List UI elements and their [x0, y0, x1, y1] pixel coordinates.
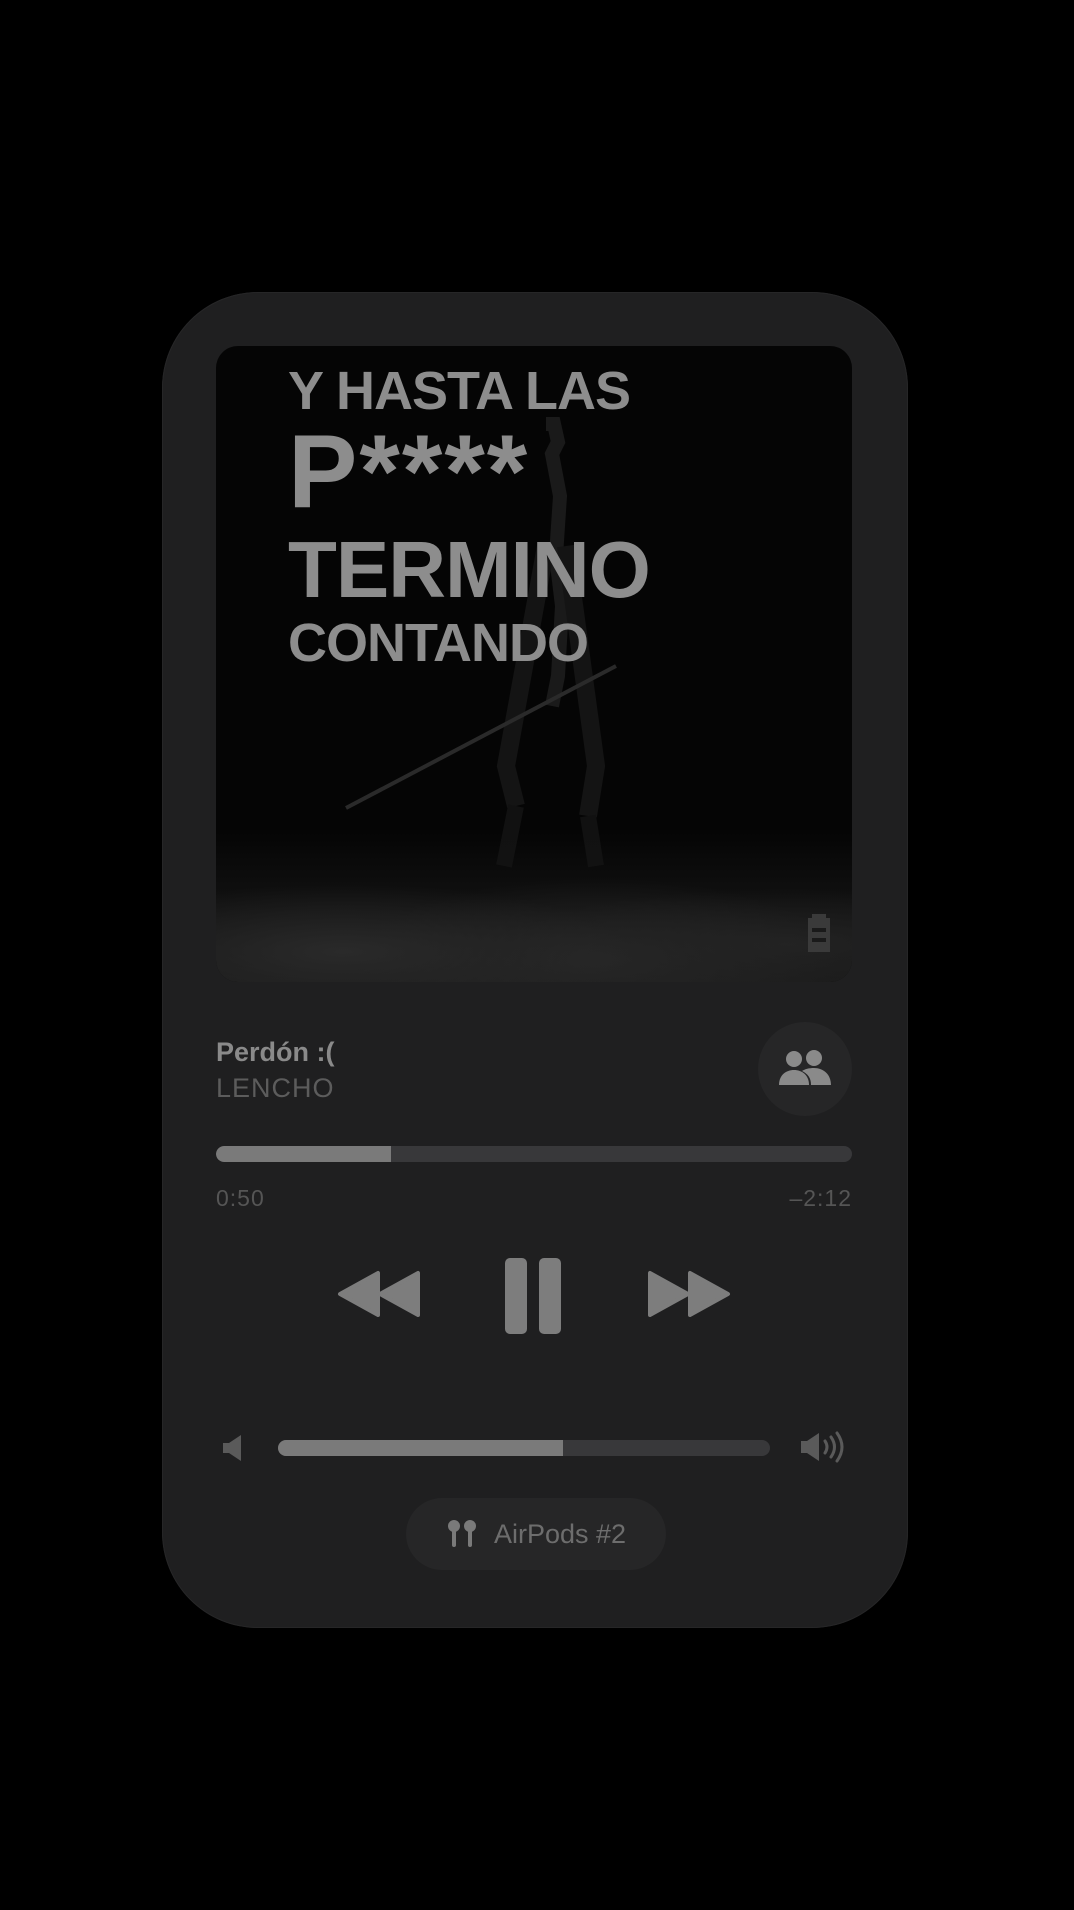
artwork-text-line-4: CONTANDO: [288, 613, 589, 673]
pause-button[interactable]: [500, 1256, 566, 1336]
fast-forward-icon: [648, 1271, 730, 1317]
pause-icon: [505, 1258, 561, 1334]
volume-slider-fill: [278, 1440, 564, 1456]
playback-scrubber[interactable]: [216, 1146, 852, 1162]
rewind-icon: [338, 1271, 420, 1317]
time-remaining: –2:12: [789, 1185, 852, 1211]
shareplay-people-icon: [779, 1050, 831, 1085]
airpods-icon: [447, 1520, 476, 1547]
album-artwork: Y HASTA LAS P**** TERMINO CONTANDO: [216, 346, 852, 982]
artwork-text-line-1: Y HASTA LAS: [288, 361, 631, 421]
audio-output-label: AirPods #2: [493, 1518, 627, 1549]
fast-forward-button[interactable]: [644, 1264, 734, 1324]
now-playing-card: Y HASTA LAS P**** TERMINO CONTANDO Perdó…: [162, 292, 908, 1628]
volume-slider[interactable]: [278, 1440, 770, 1456]
speaker-high-icon: [801, 1431, 844, 1463]
artwork-text-line-2: P****: [288, 414, 530, 530]
speaker-low-icon: [223, 1435, 241, 1461]
audio-output-button[interactable]: AirPods #2: [406, 1498, 666, 1570]
artwork-ground: [216, 832, 852, 982]
time-elapsed: 0:50: [216, 1185, 265, 1211]
playback-progress-fill: [216, 1146, 391, 1162]
artwork-text: Y HASTA LAS P**** TERMINO CONTANDO: [288, 361, 651, 673]
artwork-text-line-3: TERMINO: [288, 525, 651, 614]
track-artist[interactable]: LENCHO: [216, 1073, 335, 1104]
track-title: Perdón :(: [216, 1037, 335, 1067]
rewind-button[interactable]: [334, 1264, 424, 1324]
volume-low-button[interactable]: [218, 1430, 248, 1466]
volume-high-button[interactable]: [798, 1428, 852, 1466]
shareplay-button[interactable]: [758, 1022, 852, 1116]
parental-advisory-logo: [808, 914, 830, 952]
